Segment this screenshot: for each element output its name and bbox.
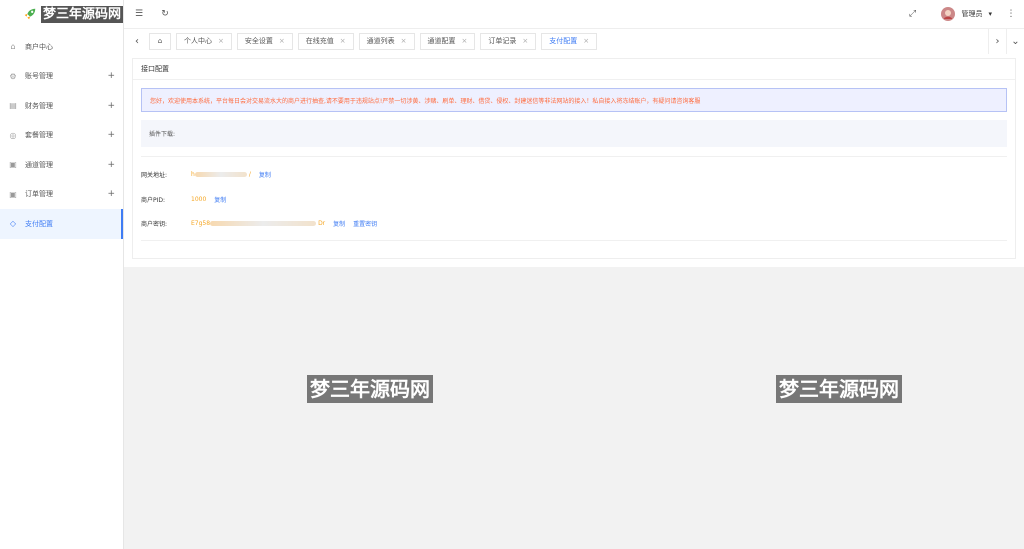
field-label: 商户PID: bbox=[141, 197, 166, 204]
divider bbox=[141, 156, 1007, 157]
rocket-icon bbox=[24, 8, 36, 20]
gateway-address-row: 网关地址: h / 复制 bbox=[141, 170, 279, 179]
tab-label: 个人中心 bbox=[184, 37, 212, 45]
tab-label: 安全设置 bbox=[244, 37, 273, 45]
logo-text: 梦三年源码网 bbox=[41, 5, 123, 23]
tab-label: 通道列表 bbox=[366, 37, 395, 45]
home-icon: ⌂ bbox=[157, 37, 163, 45]
content-background bbox=[124, 267, 1024, 549]
sidebar-item-label: 订单管理 bbox=[25, 190, 53, 199]
plugin-download: 插件下载: bbox=[141, 120, 1007, 147]
close-icon[interactable]: × bbox=[340, 37, 346, 45]
sidebar-item-label: 商户中心 bbox=[25, 42, 53, 51]
tab-label: 支付配置 bbox=[549, 37, 578, 45]
divider bbox=[141, 240, 1007, 241]
tab-order-records[interactable]: 订单记录 × bbox=[480, 32, 537, 50]
order-icon: ▣ bbox=[9, 189, 17, 199]
field-label: 商户密钥: bbox=[141, 221, 168, 228]
sidebar-menu: ⌂ 商户中心 ⚙ 账号管理 + ▤ 财务管理 + ◎ 套餐管理 + ▣ 通道管理… bbox=[0, 32, 123, 239]
interface-config-card: 接口配置 您好，欢迎使用本系统，平台每日会对交易流水大的商户进行抽查,请不要用于… bbox=[132, 58, 1016, 259]
home-icon: ⌂ bbox=[10, 42, 16, 52]
topbar: ☰ ↻ ⤢ 管理员 ▾ ⋮ bbox=[124, 0, 1024, 28]
sidebar-item-label: 通道管理 bbox=[25, 160, 53, 169]
copy-button[interactable]: 复制 bbox=[214, 195, 226, 204]
card-title: 接口配置 bbox=[133, 59, 1015, 80]
notice-banner: 您好，欢迎使用本系统，平台每日会对交易流水大的商户进行抽查,请不要用于违规站点!… bbox=[141, 88, 1007, 112]
tab-label: 在线充值 bbox=[305, 37, 334, 45]
chevron-left-icon[interactable]: ‹ bbox=[130, 29, 144, 54]
tab-payment-config[interactable]: 支付配置 × bbox=[541, 32, 598, 50]
gear-icon: ⚙ bbox=[9, 71, 17, 81]
chevron-down-icon[interactable]: ▾ bbox=[988, 10, 992, 18]
plugin-download-label: 插件下载: bbox=[149, 131, 176, 138]
tab-recharge[interactable]: 在线充值 × bbox=[297, 32, 354, 50]
close-icon[interactable]: × bbox=[522, 37, 528, 45]
copy-button[interactable]: 复制 bbox=[259, 170, 271, 179]
copy-button[interactable]: 复制 bbox=[333, 219, 345, 228]
field-value-suffix: Dr bbox=[318, 220, 326, 227]
field-value-suffix: / bbox=[248, 171, 251, 178]
watermark: 梦三年源码网 bbox=[776, 375, 902, 403]
sidebar-item-account[interactable]: ⚙ 账号管理 + bbox=[0, 62, 123, 92]
avatar[interactable] bbox=[941, 7, 956, 21]
masked-value bbox=[210, 221, 317, 226]
tab-channel-list[interactable]: 通道列表 × bbox=[358, 32, 415, 50]
expand-icon: + bbox=[107, 71, 115, 82]
tab-channel-config[interactable]: 通道配置 × bbox=[419, 32, 476, 50]
expand-icon: + bbox=[107, 100, 115, 111]
expand-icon: + bbox=[107, 189, 115, 200]
sidebar-item-order[interactable]: ▣ 订单管理 + bbox=[0, 180, 123, 210]
sidebar-item-merchant-center[interactable]: ⌂ 商户中心 bbox=[0, 32, 123, 62]
sidebar-item-payment-config[interactable]: ◇ 支付配置 bbox=[0, 209, 123, 239]
logo[interactable]: 梦三年源码网 bbox=[0, 0, 123, 28]
chevron-right-icon[interactable]: › bbox=[988, 28, 1006, 54]
menu-toggle-icon[interactable]: ☰ bbox=[134, 9, 144, 19]
close-icon[interactable]: × bbox=[218, 37, 224, 45]
close-icon[interactable]: × bbox=[462, 37, 468, 45]
sidebar-item-label: 套餐管理 bbox=[25, 131, 53, 140]
sidebar-item-label: 财务管理 bbox=[25, 101, 53, 110]
masked-value bbox=[194, 172, 247, 177]
expand-icon: + bbox=[107, 159, 115, 170]
chevron-down-icon[interactable]: ⌄ bbox=[1006, 28, 1024, 54]
field-label: 网关地址: bbox=[141, 172, 168, 179]
watermark: 梦三年源码网 bbox=[307, 375, 433, 403]
wallet-icon: ▤ bbox=[9, 101, 17, 111]
sidebar: 梦三年源码网 ⌂ 商户中心 ⚙ 账号管理 + ▤ 财务管理 + ◎ 套餐管理 +… bbox=[0, 0, 124, 549]
fullscreen-icon[interactable]: ⤢ bbox=[907, 9, 917, 19]
field-value: E7g58 bbox=[191, 220, 211, 227]
avatar-icon bbox=[944, 10, 953, 19]
close-icon[interactable]: × bbox=[279, 37, 285, 45]
merchant-pid-row: 商户PID: 1000 复制 bbox=[141, 195, 234, 204]
sidebar-item-label: 账号管理 bbox=[25, 72, 53, 81]
user-name[interactable]: 管理员 bbox=[961, 9, 982, 19]
tab-personal-center[interactable]: 个人中心 × bbox=[176, 32, 232, 50]
sidebar-item-label: 支付配置 bbox=[25, 219, 53, 228]
settings-icon: ◇ bbox=[9, 219, 17, 229]
sidebar-item-finance[interactable]: ▤ 财务管理 + bbox=[0, 91, 123, 121]
tab-home[interactable]: ⌂ bbox=[149, 32, 171, 50]
tab-label: 通道配置 bbox=[427, 37, 456, 45]
reset-key-button[interactable]: 重置密钥 bbox=[353, 219, 377, 228]
tab-security[interactable]: 安全设置 × bbox=[236, 32, 293, 50]
more-icon[interactable]: ⋮ bbox=[1006, 9, 1016, 19]
package-icon: ◎ bbox=[9, 130, 17, 140]
expand-icon: + bbox=[107, 130, 115, 141]
close-icon[interactable]: × bbox=[401, 37, 407, 45]
tab-bar: ‹ ⌂ 个人中心 × 安全设置 × 在线充值 × 通道列表 × 通道配置 × 订… bbox=[124, 28, 1024, 54]
sidebar-item-package[interactable]: ◎ 套餐管理 + bbox=[0, 121, 123, 151]
sidebar-item-channel[interactable]: ▣ 通道管理 + bbox=[0, 150, 123, 180]
tab-label: 订单记录 bbox=[488, 37, 517, 45]
channel-icon: ▣ bbox=[9, 160, 17, 170]
merchant-key-row: 商户密钥: E7g58 Dr 复制 重置密钥 bbox=[141, 219, 385, 228]
refresh-icon[interactable]: ↻ bbox=[160, 9, 170, 19]
close-icon[interactable]: × bbox=[583, 37, 589, 45]
field-value: 1000 bbox=[191, 196, 207, 203]
